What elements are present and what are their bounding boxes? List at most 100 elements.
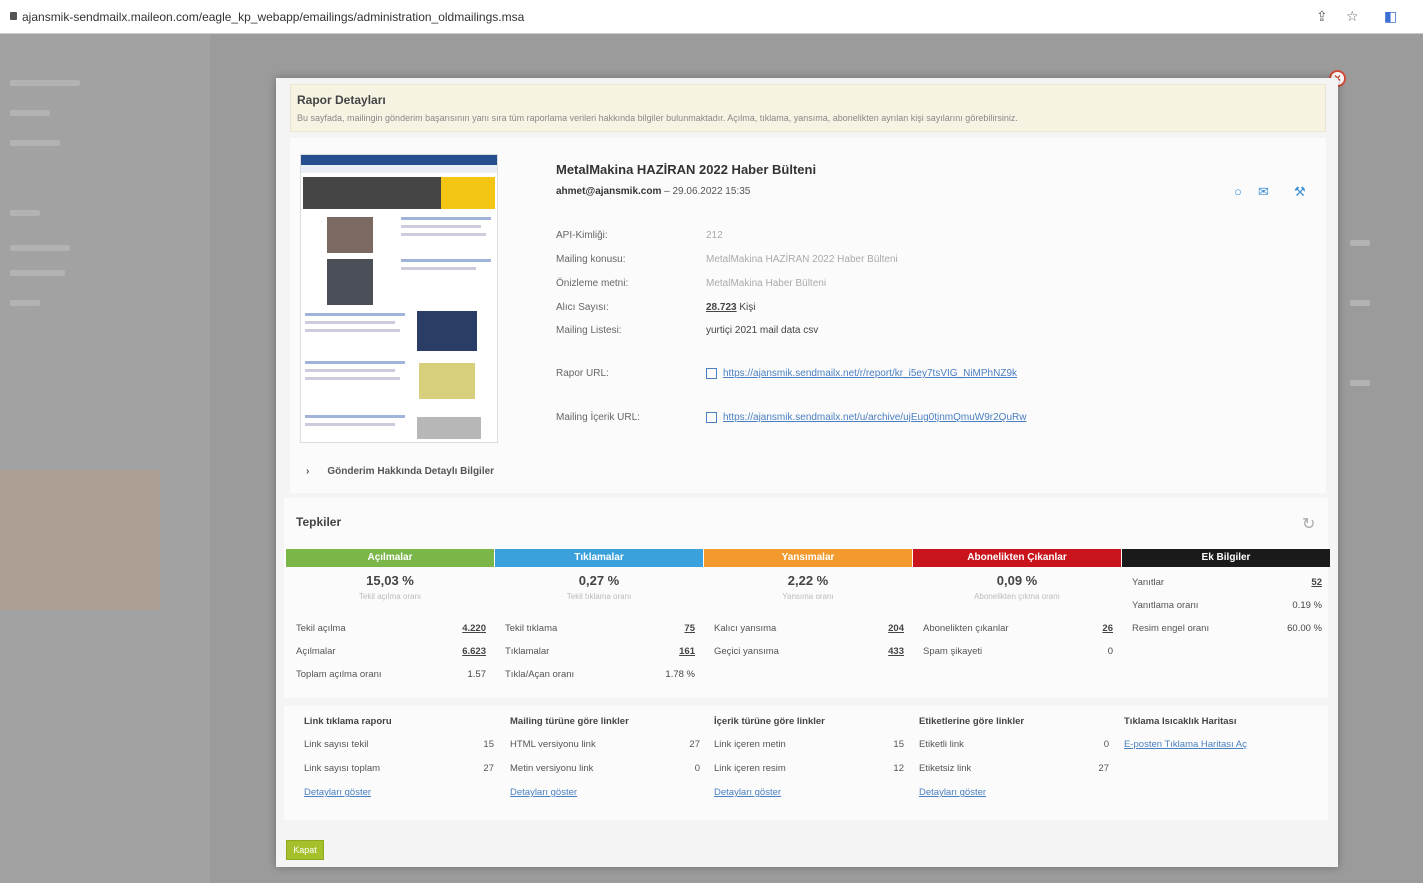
reaction-column-unsubscribes: Abonelikten Çıkanlar 0,09 % Abonelikten … [913,549,1121,699]
stat-link[interactable]: 75 [684,623,695,634]
column-caption: Yansıma oranı [782,592,834,601]
close-button[interactable]: Kapat [286,840,324,860]
address-bar[interactable]: ajansmik-sendmailx.maileon.com/eagle_kp_… [22,10,524,24]
block-row: Link sayısı toplam 27 [304,763,494,774]
report-url[interactable]: https://ajansmik.sendmailx.net/r/report/… [706,368,1017,379]
report-modal: Rapor Detayları Bu sayfada, mailingin gö… [276,78,1338,867]
mailing-sender: ahmet@ajansmik.com – 29.06.2022 15:35 [556,186,750,197]
field-value-list: yurtiçi 2021 mail data csv [706,325,819,336]
column-big-value: 2,22 % [787,573,829,588]
stat-row: Resim engel oranı 60.00 % [1132,623,1322,634]
background-highlight [0,470,160,610]
info-icon[interactable]: ○ [1234,184,1242,199]
click-heatmap-block: Tıklama Isıcaklık Haritası E-posten Tıkl… [1124,716,1314,750]
stat-row: Tıkla/Açan oranı 1.78 % [505,669,695,680]
mailing-title: MetalMakina HAZİRAN 2022 Haber Bülteni [556,162,817,177]
link-by-mailing-type-block: Mailing türüne göre linkler HTML versiyo… [510,716,700,798]
block-row: Link içeren resim 12 [714,763,904,774]
link-by-content-type-block: İçerik türüne göre linkler Link içeren m… [714,716,904,798]
notice-text: Bu sayfada, mailingin gönderim başarısın… [297,113,1018,123]
stat-row: Geçici yansıma 433 [714,646,904,657]
stat-row: Tekil tıklama 75 [505,623,695,634]
notice-box: Rapor Detayları Bu sayfada, mailingin gö… [290,84,1326,132]
notice-title: Rapor Detayları [297,93,386,107]
block-row: Etiketli link 0 [919,739,1109,750]
refresh-icon[interactable]: ↻ [1302,514,1315,534]
stat-row: Toplam açılma oranı 1.57 [296,669,486,680]
stat-row: Tıklamalar 161 [505,646,695,657]
stat-row: Yanıtlama oranı 0.19 % [1132,600,1322,611]
column-caption: Abonelikten çıkma oranı [974,592,1060,601]
show-details-link[interactable]: Detayları göster [510,787,700,798]
block-row: Etiketsiz link 27 [919,763,1109,774]
column-caption: Tekil açılma oranı [358,592,422,601]
lock-icon [10,12,17,20]
send-date: – 29.06.2022 15:35 [664,186,751,197]
column-big-value: 0,27 % [578,573,620,588]
mailing-thumbnail[interactable] [300,154,498,443]
block-row: Metin versiyonu link 0 [510,763,700,774]
extension-icon[interactable]: ◧ [1384,8,1397,25]
column-big-value: 15,03 % [366,573,414,588]
field-label: Mailing Listesi: [556,325,622,336]
link-by-tag-block: Etiketlerine göre linkler Etiketli link 0… [919,716,1109,798]
stat-link[interactable]: 6.623 [462,646,486,657]
sender-email: ahmet@ajansmik.com [556,186,662,197]
column-header: Abonelikten Çıkanlar [913,549,1121,567]
browser-bar: ajansmik-sendmailx.maileon.com/eagle_kp_… [0,0,1423,34]
stat-link[interactable]: 161 [679,646,695,657]
stat-link[interactable]: 433 [888,646,904,657]
block-row: Link sayısı tekil 15 [304,739,494,750]
stat-row: Spam şikayeti 0 [923,646,1113,657]
show-details-link[interactable]: Detayları göster [714,787,904,798]
block-row: Link içeren metin 15 [714,739,904,750]
recipients-link[interactable]: 28.723 [706,302,737,313]
background-sidebar [0,34,210,883]
column-header: Yansımalar [704,549,912,567]
reaction-column-bounces: Yansımalar 2,22 % Yansıma oranı Kalıcı y… [704,549,912,699]
field-label: API-Kimliği: [556,230,608,241]
external-link-icon [706,368,717,379]
show-details-link[interactable]: Detayları göster [304,787,494,798]
stat-row: Yanıtlar 52 [1132,577,1322,588]
column-header: Ek Bilgiler [1122,549,1330,567]
stat-link[interactable]: 26 [1102,623,1113,634]
field-value-api-id: 212 [706,230,723,241]
open-heatmap-link[interactable]: E-posten Tıklama Haritası Aç [1124,739,1314,750]
share-icon[interactable]: ⇪ [1316,8,1328,25]
content-url-link[interactable]: https://ajansmik.sendmailx.net/u/archive… [723,412,1026,423]
column-caption: Tekil tıklama oranı [566,592,632,601]
field-label: Alıcı Sayısı: [556,302,609,313]
wrench-icon[interactable]: ⚒ [1294,184,1306,200]
reactions-title: Tepkiler [296,515,342,529]
mail-icon[interactable]: ✉ [1258,184,1269,200]
external-link-icon [706,412,717,423]
content-url-label: Mailing İçerik URL: [556,412,640,423]
content-url[interactable]: https://ajansmik.sendmailx.net/u/archive… [706,412,1026,423]
detail-toggle-label: Gönderim Hakkında Detaylı Bilgiler [327,466,495,477]
stat-link[interactable]: 204 [888,623,904,634]
stat-link[interactable]: 52 [1311,577,1322,588]
column-header: Açılmalar [286,549,494,567]
chevron-right-icon: › [306,466,310,477]
show-details-link[interactable]: Detayları göster [919,787,1109,798]
reaction-column-extra: Ek Bilgiler Yanıtlar 52 Yanıtlama oranı 0.… [1122,549,1330,699]
stat-link[interactable]: 4.220 [462,623,486,634]
field-label: Önizleme metni: [556,278,629,289]
reaction-column-opens: Açılmalar 15,03 % Tekil açılma oranı Tek… [286,549,494,699]
column-header: Tıklamalar [495,549,703,567]
stat-row: Kalıcı yansıma 204 [714,623,904,634]
field-label: Mailing konusu: [556,254,626,265]
column-big-value: 0,09 % [996,573,1038,588]
report-url-link[interactable]: https://ajansmik.sendmailx.net/r/report/… [723,368,1017,379]
field-value-recipients: 28.723 Kişi [706,302,756,313]
recipients-suffix: Kişi [739,302,756,313]
block-title: Etiketlerine göre linkler [919,716,1025,727]
block-title: İçerik türüne göre linkler [714,716,825,727]
detail-toggle[interactable]: › Gönderim Hakkında Detaylı Bilgiler [306,466,494,477]
star-icon[interactable]: ☆ [1346,8,1359,25]
field-value-preview: MetalMakina Haber Bülteni [706,278,827,289]
link-report-block: Link tıklama raporu Link sayısı tekil 15 … [304,716,494,798]
block-title: Link tıklama raporu [304,716,392,727]
block-title: Tıklama Isıcaklık Haritası [1124,716,1237,727]
